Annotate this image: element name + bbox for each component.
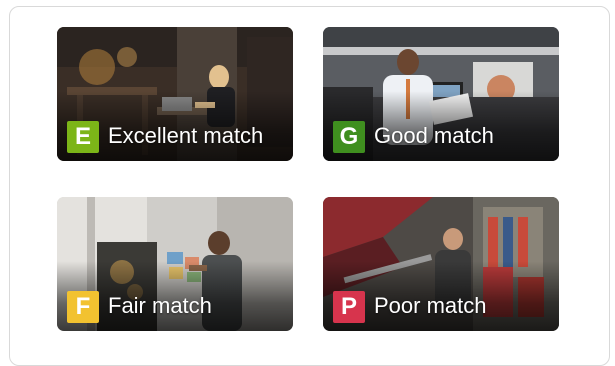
match-card-good[interactable]: G Good match — [323, 27, 559, 161]
card-label: Good match — [374, 123, 494, 148]
card-label: Poor match — [374, 293, 487, 318]
good-badge: G — [333, 121, 365, 153]
fair-badge: F — [67, 291, 99, 323]
card-label: Excellent match — [108, 123, 264, 148]
match-card-excellent[interactable]: E Excellent match — [57, 27, 293, 161]
match-card-poor[interactable]: P Poor match — [323, 197, 559, 331]
excellent-badge: E — [67, 121, 99, 153]
match-card-fair[interactable]: F Fair match — [57, 197, 293, 331]
card-label: Fair match — [108, 293, 212, 318]
poor-badge: P — [333, 291, 365, 323]
